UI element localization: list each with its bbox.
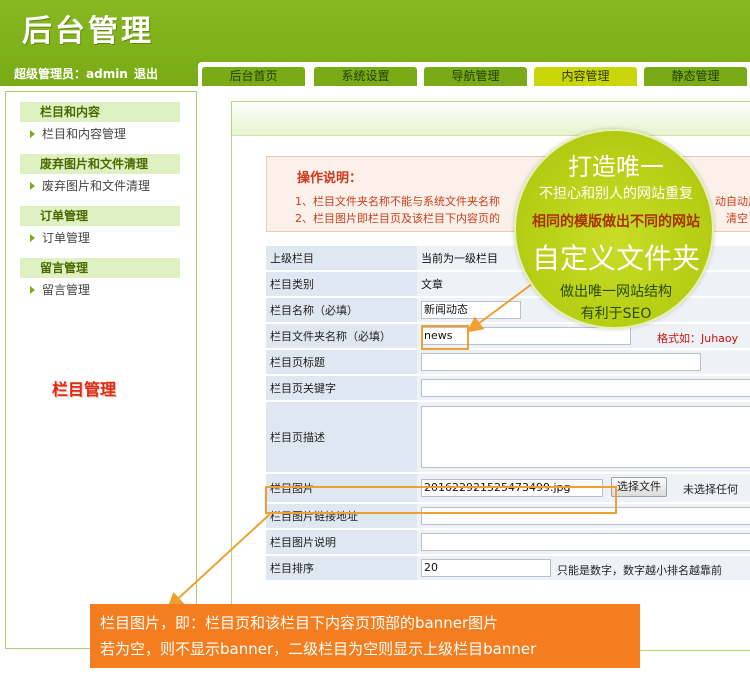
bubble-line-3: 相同的模版做出不同的网站 (532, 214, 700, 230)
folder-highlight-box (421, 325, 469, 350)
panel-header-bar (232, 102, 750, 136)
bubble-line-2: 不担心和别人的网站重复 (539, 186, 693, 202)
sidebar-item-label: 废弃图片和文件清理 (42, 179, 151, 193)
folder-label: 栏目文件夹名称（必填） (266, 324, 417, 348)
tab-navigation[interactable]: 导航管理 (424, 67, 527, 86)
page-title-label: 栏目页标题 (266, 350, 417, 374)
file-status: 未选择任何 (683, 483, 738, 496)
logo: 后台管理 (22, 14, 154, 49)
tab-content[interactable]: 内容管理 (534, 67, 637, 86)
tab-static[interactable]: 静态管理 (644, 67, 747, 86)
sidebar-item-label: 栏目和内容管理 (42, 127, 127, 141)
sidebar-section-messages: 留言管理 (20, 258, 180, 278)
image-highlight-box (265, 486, 617, 514)
instructions-title: 操作说明： (297, 171, 363, 186)
parent-label: 上级栏目 (266, 246, 417, 270)
page-title-input[interactable] (421, 353, 701, 371)
name-label: 栏目名称（必填） (266, 298, 417, 322)
image-desc-input[interactable] (421, 533, 750, 551)
nav-bar: 后台首页 系统设置 导航管理 内容管理 静态管理 (198, 62, 750, 86)
logout-link[interactable]: 退出 (134, 65, 158, 82)
instructions-line-1: 1、栏目文件夹名称不能与系统文件夹名称 (295, 195, 500, 208)
header: 后台管理 超级管理员：admin 退出 后台首页 系统设置 导航管理 内容管理 … (0, 0, 750, 86)
sidebar-item-cleanup[interactable]: 废弃图片和文件清理 (30, 177, 150, 195)
page-title: 栏目管理 (52, 380, 117, 399)
arrow-right-icon (30, 234, 35, 242)
folder-format-hint: 格式如：Juhaoy (657, 332, 739, 345)
tab-system-settings[interactable]: 系统设置 (314, 67, 417, 86)
form-row: 栏目页描述 (266, 402, 750, 472)
sidebar: 栏目和内容 栏目和内容管理 废弃图片和文件清理 废弃图片和文件清理 订单管理 订… (5, 91, 197, 649)
sort-label: 栏目排序 (266, 556, 417, 580)
image-desc-label: 栏目图片说明 (266, 530, 417, 554)
callout-line-2: 若为空，则不显示banner，二级栏目为空则显示上级栏目banner (100, 640, 537, 658)
tab-home[interactable]: 后台首页 (202, 67, 305, 86)
form-row: 栏目图片说明 (266, 530, 750, 554)
feature-bubble: 打造唯一 不担心和别人的网站重复 相同的模版做出不同的网站 自定义文件夹 做出唯… (514, 129, 714, 329)
parent-value: 当前为一级栏目 (421, 252, 498, 265)
sidebar-item-label: 留言管理 (42, 283, 91, 297)
sidebar-item-orders[interactable]: 订单管理 (30, 229, 90, 247)
sidebar-section-content: 栏目和内容 (20, 102, 180, 122)
sidebar-section-orders: 订单管理 (20, 206, 180, 226)
banner-callout: 栏目图片，即：栏目页和该栏目下内容页顶部的banner图片 若为空，则不显示ba… (90, 604, 640, 668)
keywords-input[interactable] (421, 379, 750, 397)
sidebar-item-content-manage[interactable]: 栏目和内容管理 (30, 125, 126, 143)
sort-input[interactable]: 20 (421, 559, 551, 577)
form-row: 栏目文件夹名称（必填） news 格式如：Juhaoy (266, 324, 750, 348)
instructions-line-2-tail: 清空 (726, 212, 748, 225)
form-row: 栏目页关键字 (266, 376, 750, 400)
bubble-line-1: 打造唯一 (568, 153, 664, 181)
arrow-right-icon (30, 286, 35, 294)
name-input[interactable]: 新闻动态 (421, 301, 521, 319)
bubble-line-5: 做出唯一网站结构 (560, 284, 672, 300)
form-row: 栏目排序 20 只能是数字，数字越小排名越靠前 (266, 556, 750, 580)
sidebar-item-label: 订单管理 (42, 231, 91, 245)
form-row: 栏目页标题 (266, 350, 750, 374)
sidebar-section-cleanup: 废弃图片和文件清理 (20, 154, 180, 174)
bubble-line-4: 自定义文件夹 (531, 242, 700, 275)
user-bar: 超级管理员：admin 退出 (0, 60, 200, 86)
type-value: 文章 (421, 278, 443, 291)
sidebar-item-messages[interactable]: 留言管理 (30, 281, 90, 299)
arrow-right-icon (30, 182, 35, 190)
arrow-right-icon (30, 130, 35, 138)
bubble-line-6: 有利于SEO (580, 306, 652, 322)
sort-hint: 只能是数字，数字越小排名越靠前 (557, 564, 722, 577)
callout-line-1: 栏目图片，即：栏目页和该栏目下内容页顶部的banner图片 (100, 614, 499, 632)
keywords-label: 栏目页关键字 (266, 376, 417, 400)
instructions-line-1-tail: 动自动用 (715, 195, 750, 208)
user-label: 超级管理员：admin (14, 67, 128, 81)
instructions-line-2: 2、栏目图片即栏目页及该栏目下内容页的 (295, 212, 500, 225)
type-label: 栏目类别 (266, 272, 417, 296)
description-label: 栏目页描述 (266, 402, 417, 472)
choose-file-button[interactable]: 选择文件 (611, 477, 667, 497)
description-textarea[interactable] (421, 406, 750, 468)
